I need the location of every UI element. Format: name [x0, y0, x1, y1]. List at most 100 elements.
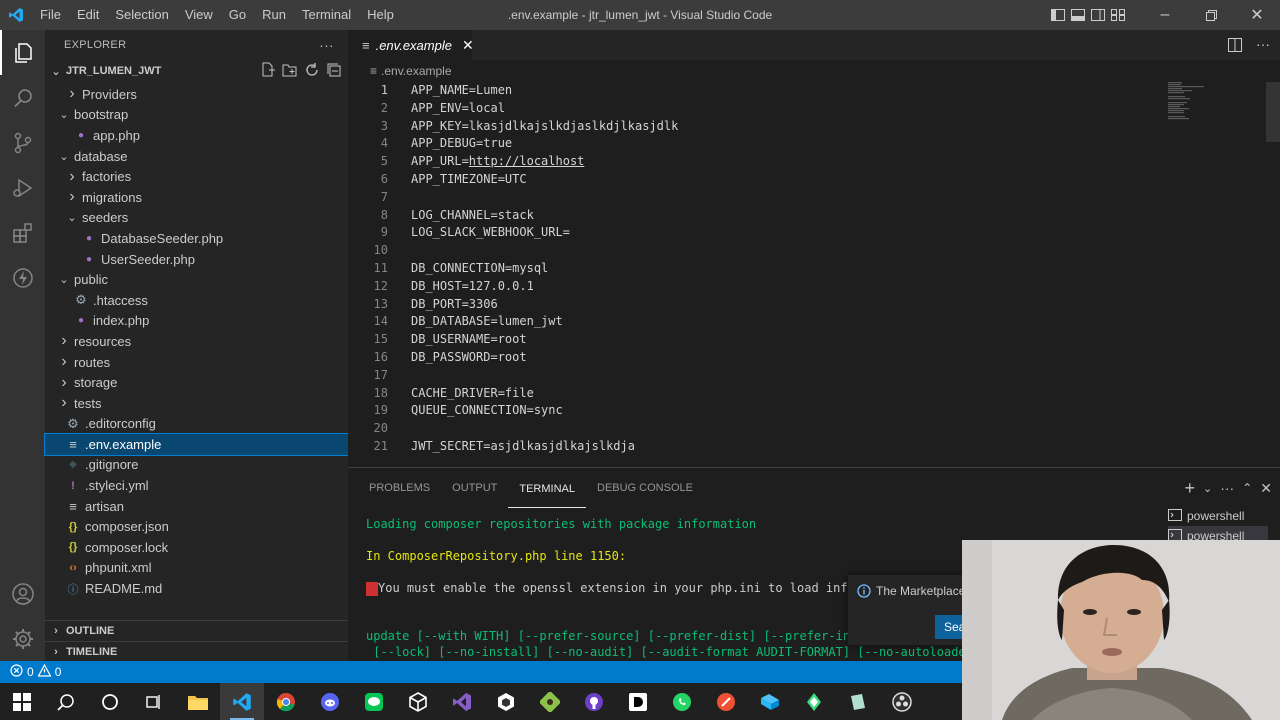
search-icon[interactable]: [0, 75, 45, 120]
editor-scrollbar[interactable]: [1266, 82, 1280, 467]
tree-file[interactable]: ⚙ .htaccess: [45, 290, 348, 311]
menu-selection[interactable]: Selection: [107, 0, 176, 30]
snip-icon[interactable]: [748, 683, 792, 720]
dev-icon[interactable]: [616, 683, 660, 720]
extensions-icon[interactable]: [0, 210, 45, 255]
search-icon[interactable]: [44, 683, 88, 720]
tree-folder[interactable]: › tests: [45, 393, 348, 414]
tab-output[interactable]: OUTPUT: [441, 468, 508, 508]
tree-file[interactable]: ⚙ .editorconfig: [45, 414, 348, 435]
code-url-link[interactable]: http://localhost: [469, 154, 585, 168]
whatsapp-icon[interactable]: [660, 683, 704, 720]
tree-file[interactable]: ‹› phpunit.xml: [45, 558, 348, 579]
obs-icon[interactable]: [880, 683, 924, 720]
settings-gear-icon[interactable]: [0, 616, 45, 661]
restore-icon[interactable]: [1188, 0, 1234, 30]
run-debug-icon[interactable]: [0, 165, 45, 210]
timeline-section[interactable]: › TIMELINE: [45, 641, 348, 662]
workspace-folder-header[interactable]: ⌄ JTR_LUMEN_JWT: [45, 60, 348, 82]
unity-icon[interactable]: [396, 683, 440, 720]
menu-go[interactable]: Go: [221, 0, 254, 30]
cortana-icon[interactable]: [88, 683, 132, 720]
new-folder-icon[interactable]: [282, 62, 298, 81]
tree-folder[interactable]: › storage: [45, 372, 348, 393]
maximize-panel-icon[interactable]: ⌃: [1242, 481, 1252, 495]
new-file-icon[interactable]: [260, 62, 276, 81]
tree-file[interactable]: ● app.php: [45, 125, 348, 146]
toggle-sidebar-icon[interactable]: [1048, 0, 1068, 30]
tree-folder[interactable]: › Providers: [45, 84, 348, 105]
tree-folder[interactable]: ⌄ public: [45, 269, 348, 290]
menu-terminal[interactable]: Terminal: [294, 0, 359, 30]
package-icon[interactable]: [484, 683, 528, 720]
git-icon[interactable]: [528, 683, 572, 720]
menu-run[interactable]: Run: [254, 0, 294, 30]
chevron-down-icon[interactable]: ⌄: [1203, 482, 1212, 495]
tab-problems[interactable]: PROBLEMS: [358, 468, 441, 508]
warning-count[interactable]: 0: [55, 665, 62, 679]
close-icon[interactable]: ✕: [462, 37, 474, 54]
android-icon[interactable]: [792, 683, 836, 720]
more-actions-icon[interactable]: ···: [319, 37, 334, 53]
toggle-panel-icon[interactable]: [1068, 0, 1088, 30]
tree-file[interactable]: ● DatabaseSeeder.php: [45, 228, 348, 249]
terminal-instance[interactable]: powershell: [1168, 506, 1268, 526]
git-scm-icon[interactable]: [704, 683, 748, 720]
minimap[interactable]: [1168, 82, 1268, 122]
warning-icon[interactable]: [37, 663, 52, 680]
close-panel-icon[interactable]: ✕: [1260, 480, 1272, 497]
task-view-icon[interactable]: [132, 683, 176, 720]
chrome-icon[interactable]: [264, 683, 308, 720]
tree-file[interactable]: {} composer.json: [45, 516, 348, 537]
tree-file[interactable]: ! .styleci.yml: [45, 475, 348, 496]
vscode-icon[interactable]: [220, 683, 264, 720]
close-window-icon[interactable]: ✕: [1234, 0, 1280, 30]
refresh-icon[interactable]: [304, 62, 320, 81]
more-actions-icon[interactable]: ···: [1220, 480, 1234, 496]
tree-folder[interactable]: ⌄ seeders: [45, 208, 348, 229]
tab-terminal[interactable]: TERMINAL: [508, 470, 586, 508]
error-icon[interactable]: [10, 664, 23, 680]
menu-file[interactable]: File: [32, 0, 69, 30]
outline-section[interactable]: › OUTLINE: [45, 620, 348, 641]
toggle-secondary-sidebar-icon[interactable]: [1088, 0, 1108, 30]
menu-edit[interactable]: Edit: [69, 0, 107, 30]
lightning-icon[interactable]: [0, 255, 45, 300]
tree-folder[interactable]: › factories: [45, 166, 348, 187]
scroll-thumb[interactable]: [1266, 82, 1280, 142]
line-icon[interactable]: [352, 683, 396, 720]
tree-file[interactable]: ⓘ README.md: [45, 578, 348, 599]
error-count[interactable]: 0: [27, 665, 34, 679]
app-icon[interactable]: [836, 683, 880, 720]
breadcrumb-file[interactable]: .env.example: [381, 64, 451, 78]
tree-file[interactable]: ● index.php: [45, 311, 348, 332]
new-terminal-icon[interactable]: +: [1184, 478, 1195, 499]
account-icon[interactable]: [0, 571, 45, 616]
file-explorer-icon[interactable]: [176, 683, 220, 720]
explorer-icon[interactable]: [0, 30, 45, 75]
visual-studio-icon[interactable]: [440, 683, 484, 720]
github-icon[interactable]: [572, 683, 616, 720]
discord-icon[interactable]: [308, 683, 352, 720]
code-editor[interactable]: 1 APP_NAME=Lumen 2 APP_ENV=local 3 APP_KEY=lk…: [348, 82, 1280, 467]
tree-folder[interactable]: ⌄ database: [45, 146, 348, 167]
tree-folder[interactable]: › routes: [45, 352, 348, 373]
tree-file[interactable]: ◆ .gitignore: [45, 455, 348, 476]
more-actions-icon[interactable]: ···: [1256, 36, 1270, 52]
tree-file[interactable]: {} composer.lock: [45, 537, 348, 558]
tree-folder[interactable]: › resources: [45, 331, 348, 352]
tab-debug-console[interactable]: DEBUG CONSOLE: [586, 468, 704, 508]
tree-folder[interactable]: ⌄ bootstrap: [45, 105, 348, 126]
tree-file[interactable]: ● UserSeeder.php: [45, 249, 348, 270]
source-control-icon[interactable]: [0, 120, 45, 165]
customize-layout-icon[interactable]: [1108, 0, 1128, 30]
tree-file[interactable]: ≡ artisan: [45, 496, 348, 517]
collapse-all-icon[interactable]: [326, 62, 342, 81]
menu-help[interactable]: Help: [359, 0, 402, 30]
minimize-icon[interactable]: –: [1142, 0, 1188, 30]
tree-folder[interactable]: › migrations: [45, 187, 348, 208]
split-editor-icon[interactable]: [1228, 38, 1242, 55]
tab-env-example[interactable]: ≡ .env.example ✕: [348, 30, 474, 60]
menu-view[interactable]: View: [177, 0, 221, 30]
tree-file[interactable]: ≡ .env.example: [44, 433, 349, 456]
